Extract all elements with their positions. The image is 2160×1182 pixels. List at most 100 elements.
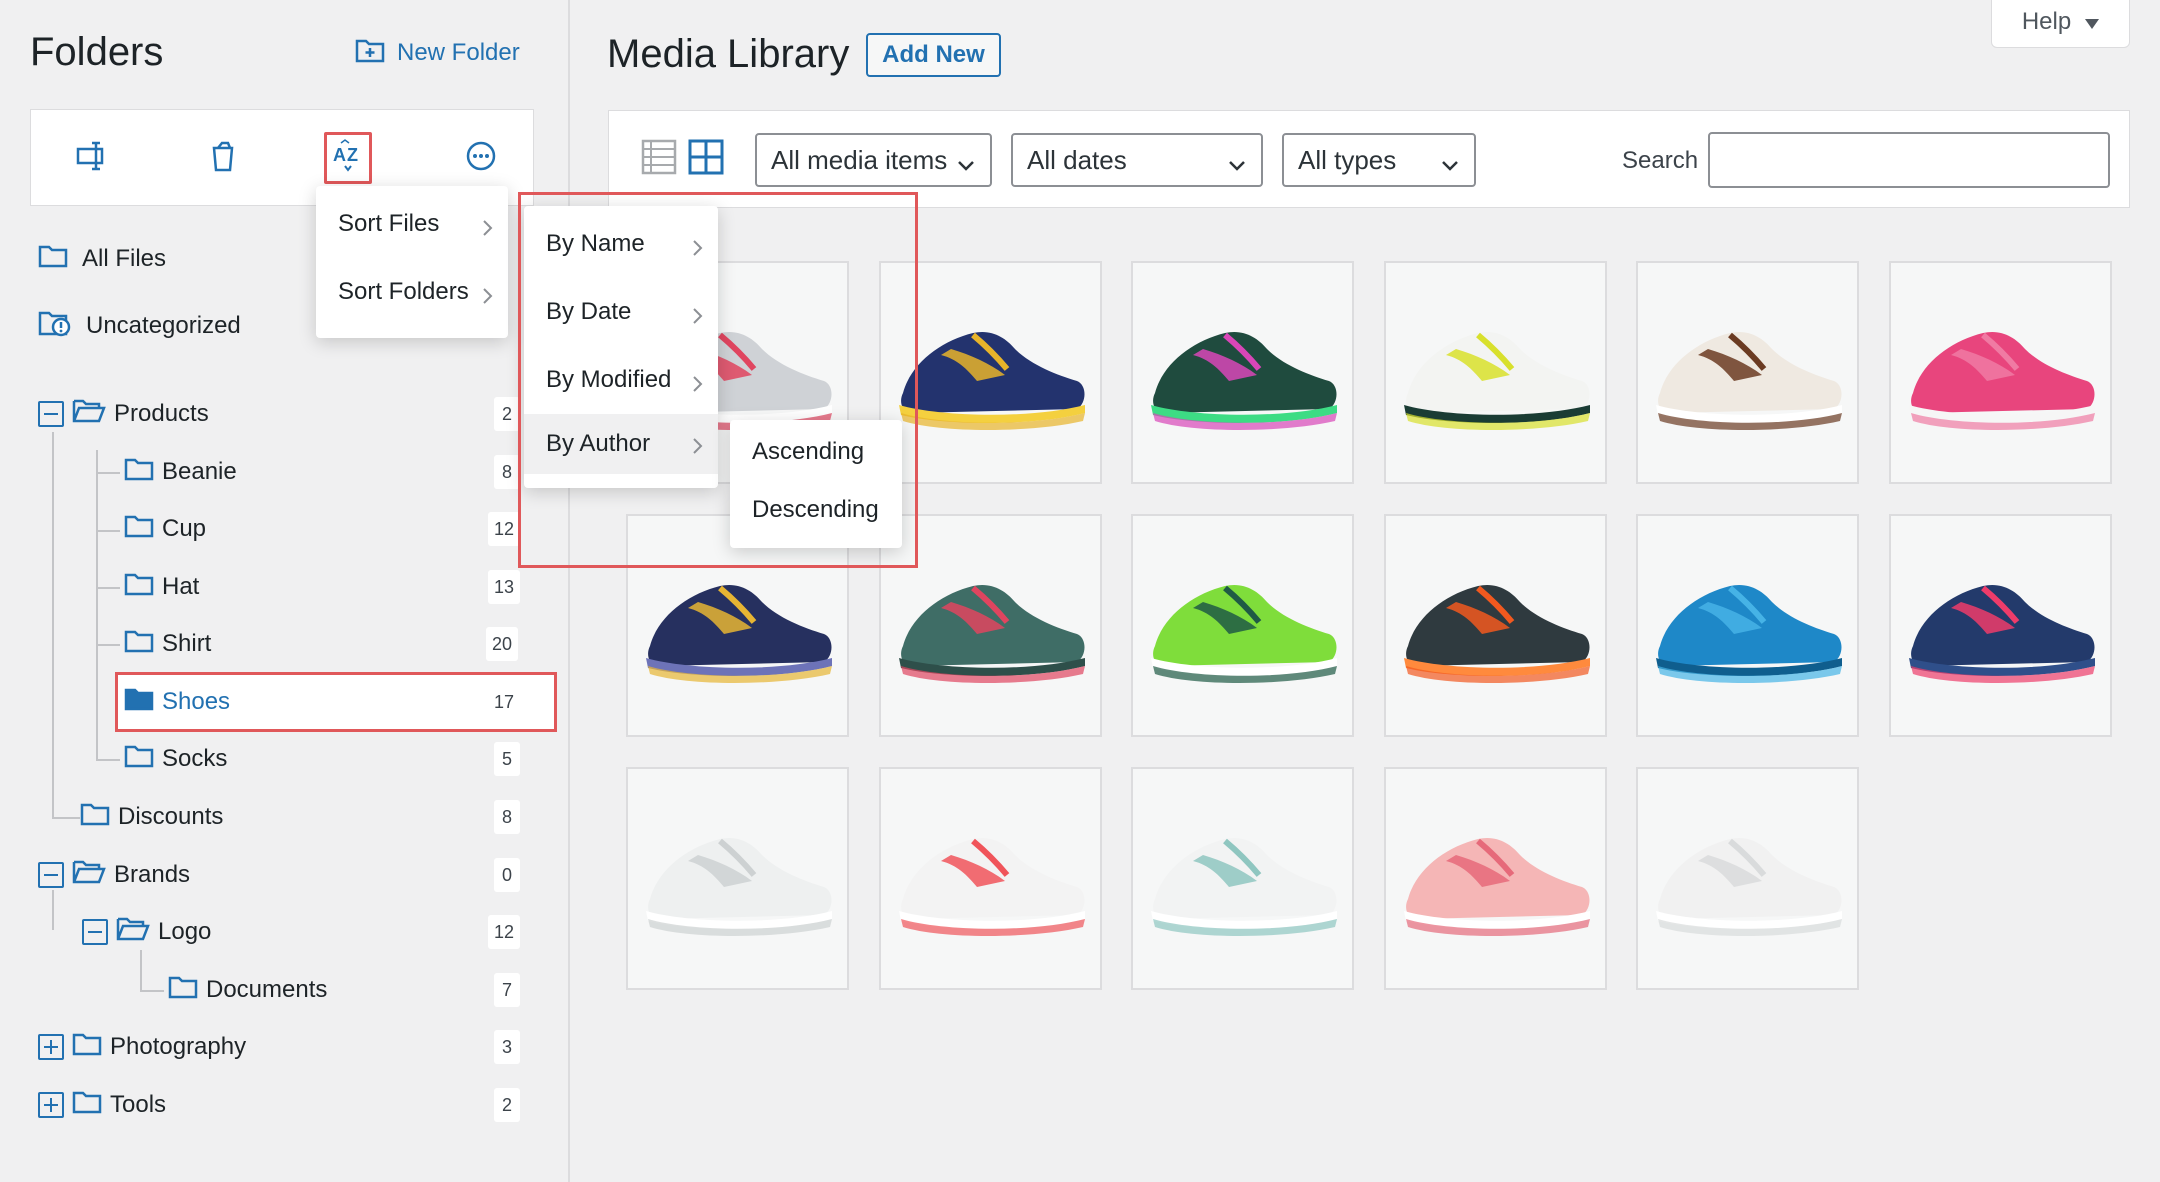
media-thumbnail[interactable] (1888, 514, 2112, 737)
shoe-image (1908, 331, 2095, 430)
search-label: Search (1622, 147, 1699, 174)
media-thumbnail[interactable] (1888, 261, 2112, 484)
folder-icon (124, 457, 154, 488)
shoe-image (1403, 331, 1590, 430)
rename-button[interactable] (69, 132, 117, 184)
sort-button[interactable]: A Z (324, 132, 372, 184)
media-thumbnail[interactable] (1383, 514, 1607, 737)
folder-node-documents[interactable]: Documents (168, 970, 327, 1010)
shoe-image (1656, 331, 1842, 430)
shoe-image (1403, 837, 1590, 936)
menu-item-label: Sort Files (338, 210, 440, 237)
folder-node-shoes[interactable]: Shoes (124, 682, 230, 722)
list-view-button[interactable] (641, 139, 679, 177)
folder-label: Shoes (162, 688, 231, 715)
folder-label: Documents (206, 976, 328, 1003)
expand-icon[interactable] (38, 1034, 64, 1060)
folder-node-cup[interactable]: Cup (124, 509, 206, 549)
folder-icon (72, 1032, 102, 1063)
help-tab[interactable]: Help (1991, 0, 2130, 48)
expand-icon[interactable] (38, 1092, 64, 1118)
media-thumbnail[interactable] (1131, 261, 1354, 484)
menu-item-label: By Author (546, 430, 651, 457)
folder-node-shirt[interactable]: Shirt (124, 624, 211, 664)
folder-icon (124, 744, 154, 775)
media-thumbnail[interactable] (878, 514, 1102, 737)
folder-label: Shirt (162, 630, 212, 657)
media-thumbnail[interactable] (1636, 514, 1859, 737)
uncategorized-item[interactable]: Uncategorized (38, 308, 241, 344)
media-thumbnail[interactable] (1383, 767, 1607, 990)
date-select[interactable]: All dates (1011, 133, 1263, 187)
folder-count: 8 (494, 800, 520, 834)
folder-node-hat[interactable]: Hat (124, 567, 199, 607)
media-type-value: All media items (771, 144, 948, 175)
more-options-icon (465, 140, 497, 177)
rename-icon (76, 140, 110, 177)
chevron-right-icon (692, 372, 704, 400)
media-thumbnail[interactable] (626, 767, 849, 990)
by-author-item[interactable]: By Author (524, 414, 718, 474)
search-input[interactable] (1708, 132, 2110, 188)
delete-button[interactable] (199, 132, 247, 184)
by-modified-item[interactable]: By Modified (524, 352, 718, 408)
add-new-button[interactable]: Add New (866, 33, 1001, 77)
folder-node-discounts[interactable]: Discounts (80, 797, 223, 837)
ascending-item[interactable]: Ascending (730, 424, 902, 480)
media-thumbnail[interactable] (1131, 514, 1354, 737)
sort-folders-item[interactable]: Sort Folders (316, 264, 508, 320)
collapse-icon[interactable] (38, 401, 64, 427)
folder-label: Discounts (118, 803, 224, 830)
shoe-image (898, 584, 1085, 683)
folder-count: 3 (494, 1030, 520, 1064)
chevron-right-icon (692, 434, 704, 462)
sort-files-item[interactable]: Sort Files (316, 196, 508, 252)
file-type-select[interactable]: All types (1282, 133, 1476, 187)
new-folder-icon (355, 37, 385, 70)
folder-count: 2 (494, 1088, 520, 1122)
collapse-icon[interactable] (82, 919, 108, 945)
collapse-icon[interactable] (38, 862, 64, 888)
folder-label: Brands (114, 861, 191, 888)
chevron-right-icon (482, 216, 494, 244)
folder-icon (38, 244, 68, 275)
folder-node-photography[interactable]: Photography (38, 1027, 246, 1067)
folder-count: 0 (494, 858, 520, 892)
folder-node-beanie[interactable]: Beanie (124, 452, 237, 492)
media-thumbnail[interactable] (878, 767, 1102, 990)
media-thumbnail[interactable] (878, 261, 1102, 484)
grid-view-button[interactable] (688, 139, 726, 177)
chevron-right-icon (692, 304, 704, 332)
media-thumbnail[interactable] (1131, 767, 1354, 990)
folder-node-socks[interactable]: Socks (124, 739, 227, 779)
media-type-select[interactable]: All media items (755, 133, 992, 187)
folder-icon (124, 514, 154, 545)
folder-node-products[interactable]: Products (38, 394, 209, 434)
media-thumbnail[interactable] (1383, 261, 1607, 484)
file-delete-icon (210, 140, 236, 177)
media-thumbnail[interactable] (1636, 767, 1859, 990)
sort-order-menu: Ascending Descending (730, 420, 902, 548)
folder-count: 17 (494, 691, 515, 712)
folder-count: 13 (488, 570, 521, 604)
by-name-item[interactable]: By Name (524, 216, 718, 272)
folder-node-tools[interactable]: Tools (38, 1085, 166, 1125)
help-label: Help (2021, 8, 2072, 35)
folder-open-icon (116, 916, 150, 949)
folder-count: 7 (494, 973, 520, 1007)
all-files-item[interactable]: All Files (38, 241, 166, 277)
descending-item[interactable]: Descending (730, 482, 902, 538)
sort-menu: Sort Files Sort Folders (316, 186, 508, 338)
folder-node-logo[interactable]: Logo (82, 912, 211, 952)
media-thumbnail[interactable] (1636, 261, 1859, 484)
folder-label: Cup (162, 515, 207, 542)
folder-label: Beanie (162, 458, 237, 485)
folder-node-brands[interactable]: Brands (38, 855, 190, 895)
chevron-right-icon (692, 236, 704, 264)
more-options-button[interactable] (457, 132, 505, 184)
folder-label: Logo (158, 918, 212, 945)
new-folder-button[interactable]: New Folder (355, 36, 520, 70)
folder-count: 5 (494, 742, 520, 776)
by-date-item[interactable]: By Date (524, 284, 718, 340)
menu-item-label: By Modified (546, 366, 672, 393)
